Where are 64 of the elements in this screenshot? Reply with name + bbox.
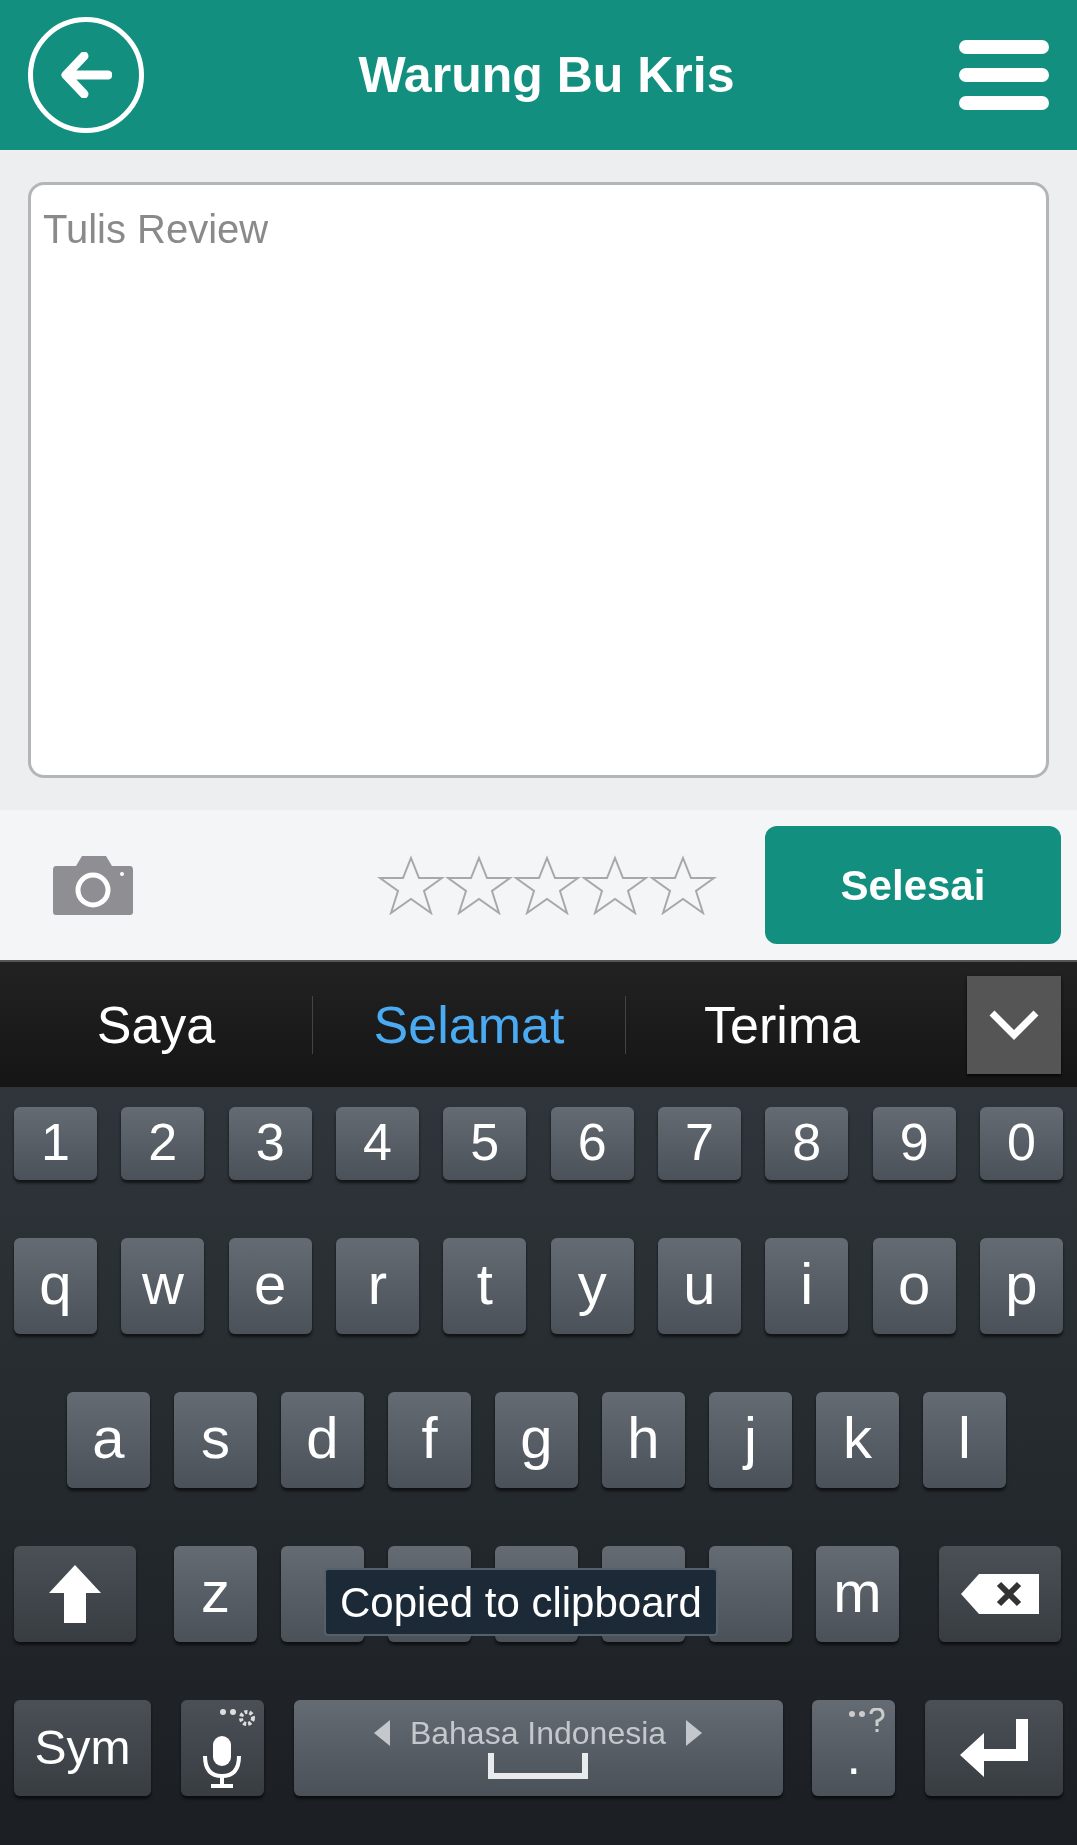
- star-icon[interactable]: [581, 855, 649, 915]
- star-icon[interactable]: [513, 855, 581, 915]
- key[interactable]: i: [765, 1238, 849, 1334]
- key[interactable]: l: [923, 1392, 1006, 1488]
- key[interactable]: 5: [443, 1107, 527, 1180]
- key[interactable]: s: [174, 1392, 257, 1488]
- key[interactable]: 9: [872, 1107, 956, 1180]
- key[interactable]: k: [816, 1392, 899, 1488]
- enter-icon: [958, 1717, 1030, 1779]
- key[interactable]: 3: [228, 1107, 312, 1180]
- collapse-button[interactable]: [967, 975, 1061, 1074]
- key[interactable]: 6: [550, 1107, 634, 1180]
- key[interactable]: o: [872, 1238, 956, 1334]
- key[interactable]: f: [388, 1392, 471, 1488]
- key[interactable]: p: [979, 1238, 1063, 1334]
- key[interactable]: 7: [657, 1107, 741, 1180]
- review-field[interactable]: Tulis Review: [28, 182, 1049, 778]
- key[interactable]: t: [443, 1238, 527, 1334]
- mic-key[interactable]: [180, 1700, 264, 1796]
- key[interactable]: q: [14, 1238, 97, 1334]
- key[interactable]: e: [228, 1238, 312, 1334]
- star-icon[interactable]: [649, 855, 717, 915]
- space-icon: [488, 1753, 588, 1779]
- key[interactable]: d: [281, 1392, 364, 1488]
- key[interactable]: 8: [765, 1107, 849, 1180]
- enter-key[interactable]: [925, 1700, 1063, 1796]
- key[interactable]: 1: [14, 1107, 97, 1180]
- backspace-key[interactable]: [939, 1546, 1061, 1642]
- camera-icon: [52, 854, 134, 916]
- page-title: Warung Bu Kris: [357, 45, 736, 105]
- back-arrow-icon: [60, 52, 112, 98]
- star-icon[interactable]: [377, 855, 445, 915]
- chevron-down-icon: [988, 1008, 1040, 1041]
- star-rating[interactable]: [377, 855, 717, 915]
- suggestion-item[interactable]: Saya: [0, 985, 312, 1064]
- camera-button[interactable]: [52, 854, 134, 916]
- up-arrow-icon: [47, 1563, 103, 1625]
- key[interactable]: m: [816, 1546, 899, 1642]
- key[interactable]: w: [121, 1238, 205, 1334]
- key[interactable]: r: [336, 1238, 419, 1334]
- right-arrow-icon: [686, 1720, 703, 1746]
- key[interactable]: h: [602, 1392, 685, 1488]
- shift-key[interactable]: [14, 1546, 136, 1642]
- key[interactable]: u: [657, 1238, 741, 1334]
- language-label: Bahasa Indonesia: [409, 1717, 667, 1749]
- back-button[interactable]: [28, 17, 144, 133]
- key[interactable]: j: [709, 1392, 792, 1488]
- sym-key[interactable]: Sym: [14, 1700, 151, 1796]
- suggestion-item[interactable]: Selamat: [313, 985, 625, 1064]
- left-arrow-icon: [373, 1720, 390, 1746]
- period-key[interactable]: .: [812, 1700, 896, 1796]
- copied-toast: Copied to clipboard: [324, 1568, 718, 1636]
- backspace-icon: [959, 1572, 1041, 1616]
- key[interactable]: a: [67, 1392, 150, 1488]
- suggestion-item[interactable]: Terima: [626, 985, 938, 1064]
- key[interactable]: g: [495, 1392, 578, 1488]
- key[interactable]: z: [174, 1546, 257, 1642]
- key[interactable]: 4: [336, 1107, 419, 1180]
- star-icon[interactable]: [445, 855, 513, 915]
- finish-button[interactable]: Selesai: [765, 826, 1061, 944]
- key[interactable]: y: [550, 1238, 634, 1334]
- key[interactable]: 0: [979, 1107, 1063, 1180]
- space-key[interactable]: Bahasa Indonesia: [293, 1700, 783, 1796]
- key[interactable]: 2: [121, 1107, 205, 1180]
